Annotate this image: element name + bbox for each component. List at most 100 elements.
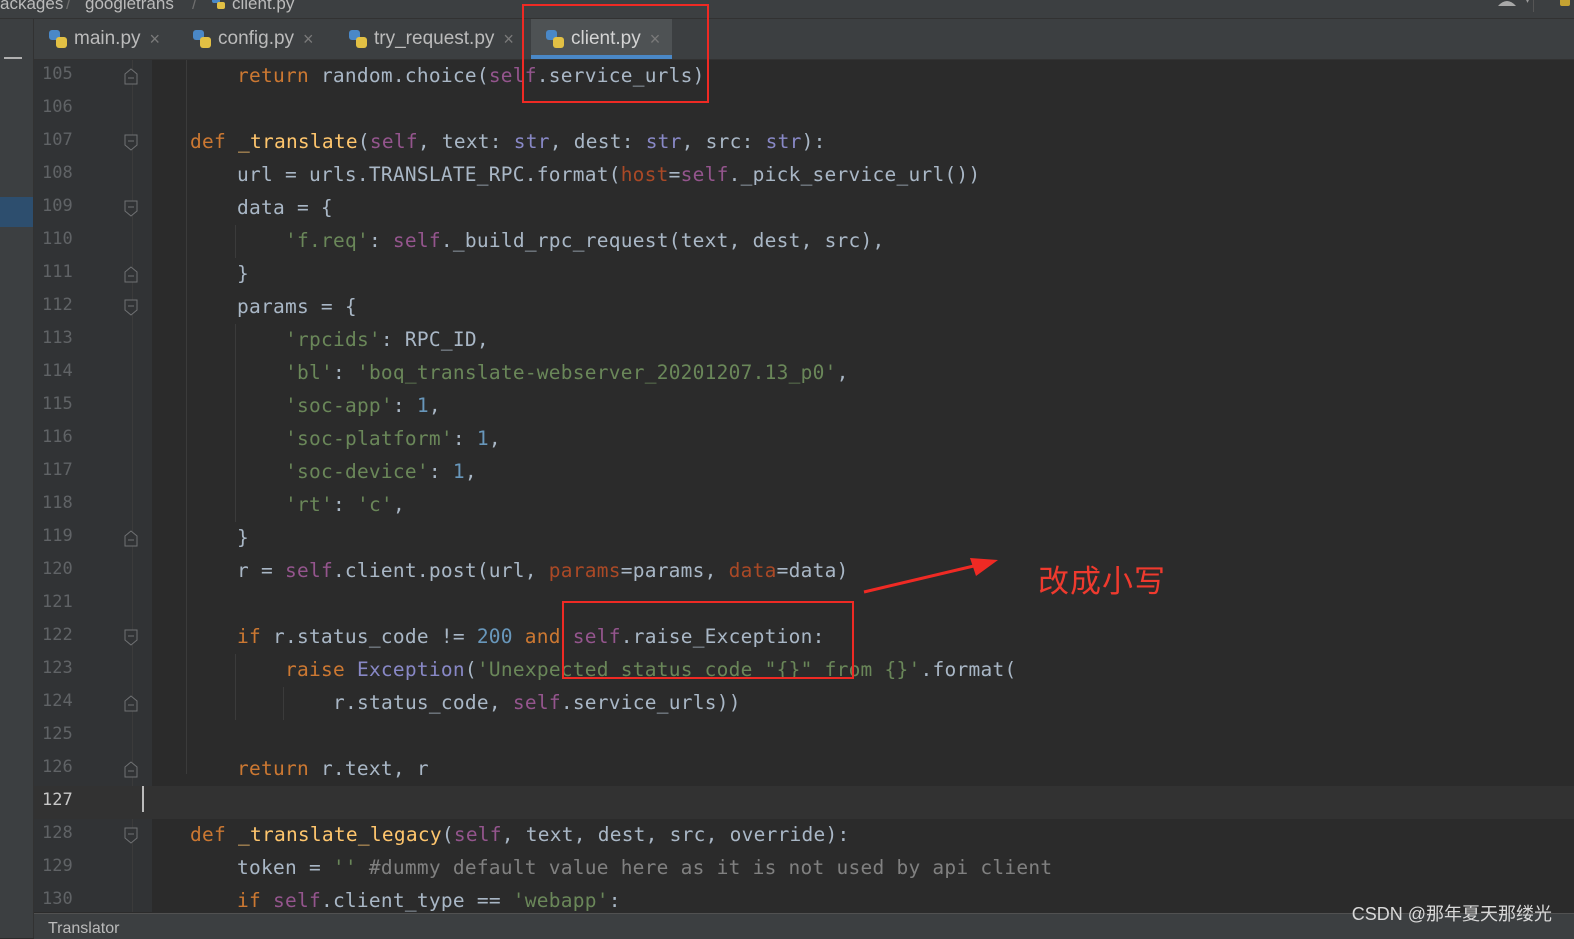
code-line: 128 def _translate_legacy(self, text, de… [34, 819, 1574, 852]
code-token: .service_urls)) [560, 691, 741, 714]
line-number: 129 [42, 856, 73, 876]
bottom-tool-window[interactable]: Translator [34, 913, 1574, 939]
tab-main-py[interactable]: main.py × [48, 19, 160, 59]
self-token: self [680, 163, 729, 186]
number-token: 1 [452, 460, 465, 483]
close-icon[interactable]: × [503, 30, 514, 48]
project-tool-button[interactable] [0, 197, 33, 227]
tab-label: config.py [218, 28, 295, 49]
fold-start-icon[interactable] [124, 299, 138, 316]
code-line: 113 'rpcids': RPC_ID, [34, 324, 1574, 357]
code-text: 'rpcids': RPC_ID, [285, 328, 489, 351]
line-number: 122 [42, 625, 73, 645]
code-token: = [668, 163, 681, 186]
fold-start-icon[interactable] [124, 827, 138, 844]
user-icon[interactable] [1496, 0, 1518, 6]
line-number: 112 [42, 295, 73, 315]
tab-try-request-py[interactable]: try_request.py × [348, 19, 514, 59]
self-token: self [453, 823, 502, 846]
editor-tab-bar: main.py × config.py × try_request.py × c… [34, 19, 1574, 60]
tool-window-title[interactable]: Translator [48, 920, 119, 938]
code-text: r = self.client.post(url, params=params,… [237, 559, 849, 582]
arrow-icon [863, 558, 998, 594]
tab-label: try_request.py [374, 28, 495, 49]
code-token: : [332, 493, 357, 516]
code-text: 'soc-app': 1, [285, 394, 441, 417]
fold-start-icon[interactable] [124, 200, 138, 217]
line-number: 109 [42, 196, 73, 216]
code-token: random.choice( [308, 64, 489, 87]
string-token: 'soc-app' [285, 394, 393, 417]
fold-end-icon[interactable] [124, 266, 138, 283]
fold-end-icon[interactable] [124, 68, 138, 85]
fold-end-icon[interactable] [124, 695, 138, 712]
keyword-token: return [237, 757, 309, 780]
line-number: 120 [42, 559, 73, 579]
breadcrumb-item-googletrans[interactable]: googletrans [85, 0, 174, 14]
code-token: : [428, 460, 453, 483]
code-token: r.status_code, [333, 691, 513, 714]
run-config-icon[interactable] [1560, 0, 1570, 6]
code-token: ._build_rpc_request(text, dest, src), [440, 229, 885, 252]
builtin-token: str [765, 130, 802, 153]
breadcrumb-item-packages[interactable]: ackages [0, 0, 63, 14]
code-text: 'soc-device': 1, [285, 460, 477, 483]
code-token: , text, dest, src, override): [501, 823, 850, 846]
highlight-box-tab-client [522, 4, 709, 103]
chevron-down-icon[interactable]: ▾ [1525, 0, 1530, 6]
python-file-icon [212, 0, 225, 9]
string-token: 'rpcids' [285, 328, 381, 351]
annotation-text: 改成小写 [1038, 564, 1166, 599]
code-editor[interactable]: 105 return random.choice(self.service_ur… [34, 60, 1574, 912]
breadcrumb-item-client[interactable]: client.py [232, 0, 294, 14]
code-line: 110 'f.req': self._build_rpc_request(tex… [34, 225, 1574, 258]
self-token: self [512, 691, 561, 714]
code-token: : [368, 229, 393, 252]
code-token: ._pick_service_url()) [728, 163, 981, 186]
code-token: .client_type == [320, 889, 513, 912]
fold-end-icon[interactable] [124, 530, 138, 547]
code-line: 111 } [34, 258, 1574, 291]
line-number: 115 [42, 394, 73, 414]
keyword-token: if [237, 889, 261, 912]
code-text: return r.text, r [237, 757, 429, 780]
fold-start-icon[interactable] [124, 629, 138, 646]
self-token: self [369, 130, 418, 153]
fold-end-icon[interactable] [124, 761, 138, 778]
code-token: , [392, 493, 405, 516]
code-token: : [392, 394, 417, 417]
line-number: 118 [42, 493, 73, 513]
code-text: token = '' #dummy default value here as … [237, 856, 1052, 879]
keyword-token: and [524, 625, 561, 648]
code-token: , [428, 394, 441, 417]
python-file-icon [349, 30, 367, 48]
code-token: .client.post(url, [332, 559, 549, 582]
code-line: 106 [34, 93, 1574, 126]
code-line: 117 'soc-device': 1, [34, 456, 1574, 489]
fold-start-icon[interactable] [124, 134, 138, 151]
code-token: : RPC_ID, [380, 328, 489, 351]
line-number: 124 [42, 691, 73, 711]
close-icon[interactable]: × [303, 30, 314, 48]
line-number: 127 [42, 790, 73, 810]
minimize-icon[interactable] [4, 57, 22, 59]
code-line: 119 } [34, 522, 1574, 555]
string-token: 'f.req' [285, 229, 369, 252]
number-token: 1 [476, 427, 489, 450]
code-line: 115 'soc-app': 1, [34, 390, 1574, 423]
code-line: 125 [34, 720, 1574, 753]
code-text: 'rt': 'c', [285, 493, 405, 516]
close-icon[interactable]: × [150, 30, 161, 48]
line-number: 106 [42, 97, 73, 117]
string-token: 'c' [356, 493, 393, 516]
line-number: 123 [42, 658, 73, 678]
highlight-box-raise-exception [562, 601, 854, 679]
code-text: params = { [237, 295, 357, 318]
line-number: 114 [42, 361, 73, 381]
code-text: 'bl': 'boq_translate-webserver_20201207.… [285, 361, 849, 384]
self-token: self [392, 229, 441, 252]
tab-config-py[interactable]: config.py × [192, 19, 314, 59]
string-token: 'boq_translate-webserver_20201207.13_p0' [356, 361, 837, 384]
